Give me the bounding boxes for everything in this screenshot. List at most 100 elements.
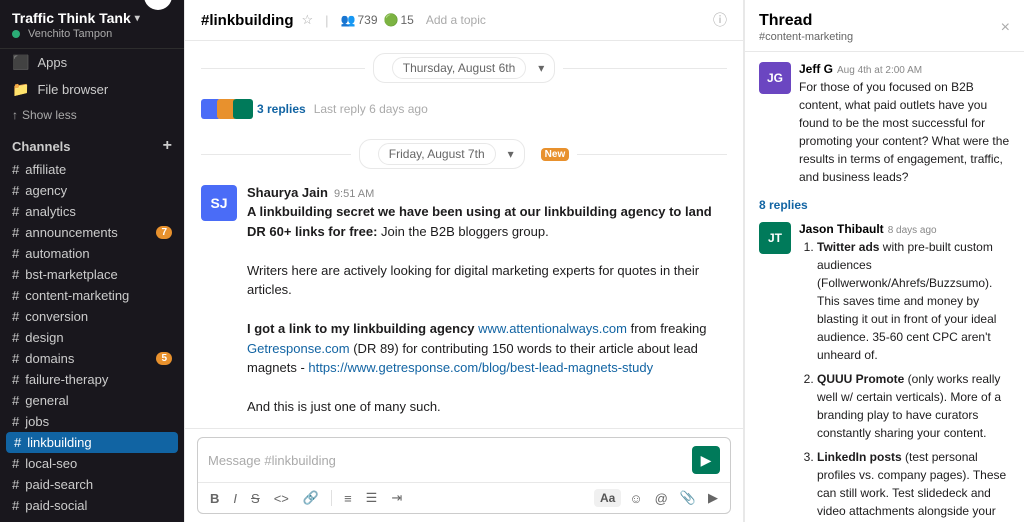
- input-toolbar: B I S <> 🔗 ≡ ☰ ⇥ Aa ☺ @ 📎 ▶: [198, 482, 730, 513]
- sidebar-item-design[interactable]: #design: [0, 327, 184, 348]
- avatar-shaurya: SJ: [201, 185, 237, 221]
- sidebar-item-conversion[interactable]: #conversion: [0, 306, 184, 327]
- workspace-name[interactable]: Traffic Think Tank ▾: [12, 10, 140, 26]
- sidebar-item-local-seo[interactable]: #local-seo: [0, 453, 184, 474]
- toolbar-divider: [331, 490, 332, 506]
- sidebar-item-jobs[interactable]: #jobs: [0, 411, 184, 432]
- thread-header: Thread #content-marketing ×: [745, 0, 1024, 52]
- send-button[interactable]: ▶: [692, 446, 720, 474]
- announcements-badge: 7: [156, 226, 172, 239]
- message-input[interactable]: Message #linkbuilding: [208, 453, 686, 468]
- chat-input-area: Message #linkbuilding ▶ B I S <> 🔗 ≡ ☰ ⇥…: [185, 428, 743, 522]
- status-dot: [12, 30, 20, 38]
- sidebar-item-content-marketing[interactable]: #content-marketing: [0, 285, 184, 306]
- people-icon: 👥: [341, 13, 356, 27]
- thread-author: Jeff G: [799, 62, 833, 76]
- day-label-thu[interactable]: Thursday, August 6th ▾: [373, 53, 556, 83]
- more-button[interactable]: ▶: [704, 487, 722, 509]
- thread-reply-jason: JT Jason Thibault 8 days ago Twitter ads…: [759, 222, 1010, 522]
- input-text-row: Message #linkbuilding ▶: [198, 438, 730, 482]
- thread-msg-meta: Jeff G Aug 4th at 2:00 AM: [799, 62, 1010, 76]
- message-meta: Shaurya Jain 9:51 AM: [247, 185, 727, 200]
- sidebar: Traffic Think Tank ▾ Venchito Tampon ✏ ⬛…: [0, 0, 184, 522]
- thread-replies-count: 8 replies: [759, 198, 1010, 212]
- header-divider: |: [325, 13, 328, 28]
- username: Venchito Tampon: [12, 28, 140, 40]
- emoji-button[interactable]: ☺: [625, 488, 646, 509]
- sidebar-item-linkbuilding[interactable]: #linkbuilding: [6, 432, 178, 453]
- replies-link[interactable]: 3 replies: [257, 102, 306, 116]
- ol-button[interactable]: ≡: [340, 488, 356, 509]
- sidebar-item-paid-search[interactable]: #paid-search: [0, 474, 184, 495]
- online-icon: 🟢: [384, 13, 399, 27]
- thread-header-text: Thread #content-marketing: [759, 12, 853, 43]
- format-button[interactable]: Aa: [594, 489, 621, 507]
- strikethrough-button[interactable]: S: [247, 488, 264, 509]
- day-divider-fri: Friday, August 7th ▾ New: [185, 127, 743, 181]
- thread-original-msg: JG Jeff G Aug 4th at 2:00 AM For those o…: [759, 62, 1010, 186]
- sidebar-item-domains[interactable]: #domains 5: [0, 348, 184, 369]
- sidebar-item-bst-marketplace[interactable]: #bst-marketplace: [0, 264, 184, 285]
- thread-channel: #content-marketing: [759, 31, 853, 43]
- sidebar-item-general[interactable]: #general: [0, 390, 184, 411]
- link-attentionalways[interactable]: www.attentionalways.com: [478, 321, 627, 336]
- message-author: Shaurya Jain: [247, 185, 328, 200]
- sidebar-item-qa[interactable]: #qa: [0, 516, 184, 522]
- sidebar-item-analytics[interactable]: #analytics: [0, 201, 184, 222]
- thread-close-button[interactable]: ×: [1001, 19, 1010, 37]
- bold-button[interactable]: B: [206, 488, 223, 509]
- avatar: [233, 99, 253, 119]
- chevron-down-icon: ▾: [135, 13, 140, 24]
- italic-button[interactable]: I: [229, 488, 241, 509]
- day-label-fri[interactable]: Friday, August 7th ▾: [359, 139, 525, 169]
- show-less-button[interactable]: ↑ Show less: [0, 103, 184, 127]
- toolbar-right: Aa ☺ @ 📎 ▶: [594, 487, 722, 509]
- link-getresponse-blog[interactable]: https://www.getresponse.com/blog/best-le…: [308, 360, 653, 375]
- code-button[interactable]: <>: [270, 488, 293, 509]
- compose-button[interactable]: ✏: [144, 0, 172, 10]
- avatar-jason: JT: [759, 222, 791, 254]
- day-divider-thu: Thursday, August 6th ▾: [185, 41, 743, 95]
- thread-text: Twitter ads with pre-built custom audien…: [799, 238, 1010, 522]
- message-time: 9:51 AM: [334, 188, 374, 200]
- thread-author: Jason Thibault: [799, 222, 884, 236]
- domains-badge: 5: [156, 352, 172, 365]
- new-badge: New: [541, 148, 570, 161]
- chat-messages: Thursday, August 6th ▾ 3 replies Last re…: [185, 41, 743, 428]
- sidebar-item-affiliate[interactable]: #affiliate: [0, 159, 184, 180]
- channels-header: Channels +: [0, 127, 184, 159]
- avatar-jeffg: JG: [759, 62, 791, 94]
- thread-msg-meta: Jason Thibault 8 days ago: [799, 222, 1010, 236]
- thread-text: For those of you focused on B2B content,…: [799, 78, 1010, 186]
- apps-icon: ⬛: [12, 54, 29, 71]
- add-channel-button[interactable]: +: [163, 137, 172, 155]
- indent-button[interactable]: ⇥: [387, 487, 406, 509]
- sidebar-nav-apps[interactable]: ⬛ Apps: [0, 49, 184, 76]
- link-getresponse[interactable]: Getresponse.com: [247, 341, 350, 356]
- sidebar-nav-files[interactable]: 📁 File browser: [0, 76, 184, 103]
- thread-msg-body: Jason Thibault 8 days ago Twitter ads wi…: [799, 222, 1010, 522]
- sidebar-item-announcements[interactable]: #announcements 7: [0, 222, 184, 243]
- message-input-box: Message #linkbuilding ▶ B I S <> 🔗 ≡ ☰ ⇥…: [197, 437, 731, 514]
- sidebar-item-paid-social[interactable]: #paid-social: [0, 495, 184, 516]
- chat-channel-title: #linkbuilding: [201, 12, 294, 29]
- sidebar-item-failure-therapy[interactable]: #failure-therapy: [0, 369, 184, 390]
- reply-time: Last reply 6 days ago: [314, 102, 428, 116]
- mention-button[interactable]: @: [651, 488, 672, 509]
- thread-time: Aug 4th at 2:00 AM: [837, 65, 922, 76]
- sidebar-header: Traffic Think Tank ▾ Venchito Tampon ✏: [0, 0, 184, 49]
- ul-button[interactable]: ☰: [362, 487, 382, 509]
- member-count: 👥 739 🟢 15: [341, 13, 414, 27]
- sidebar-item-automation[interactable]: #automation: [0, 243, 184, 264]
- info-icon[interactable]: ⓘ: [713, 10, 727, 30]
- thread-time: 8 days ago: [888, 225, 937, 236]
- attach-button[interactable]: 📎: [676, 487, 700, 509]
- sidebar-item-agency[interactable]: #agency: [0, 180, 184, 201]
- reply-avatars: [201, 99, 249, 119]
- add-topic-button[interactable]: Add a topic: [426, 13, 486, 27]
- message-row-shaurya: SJ Shaurya Jain 9:51 AM A linkbuilding s…: [185, 181, 743, 428]
- link-button[interactable]: 🔗: [299, 487, 323, 509]
- star-icon[interactable]: ☆: [302, 12, 314, 28]
- reply-preview: 3 replies Last reply 6 days ago: [185, 95, 743, 127]
- message-body-shaurya: Shaurya Jain 9:51 AM A linkbuilding secr…: [247, 185, 727, 428]
